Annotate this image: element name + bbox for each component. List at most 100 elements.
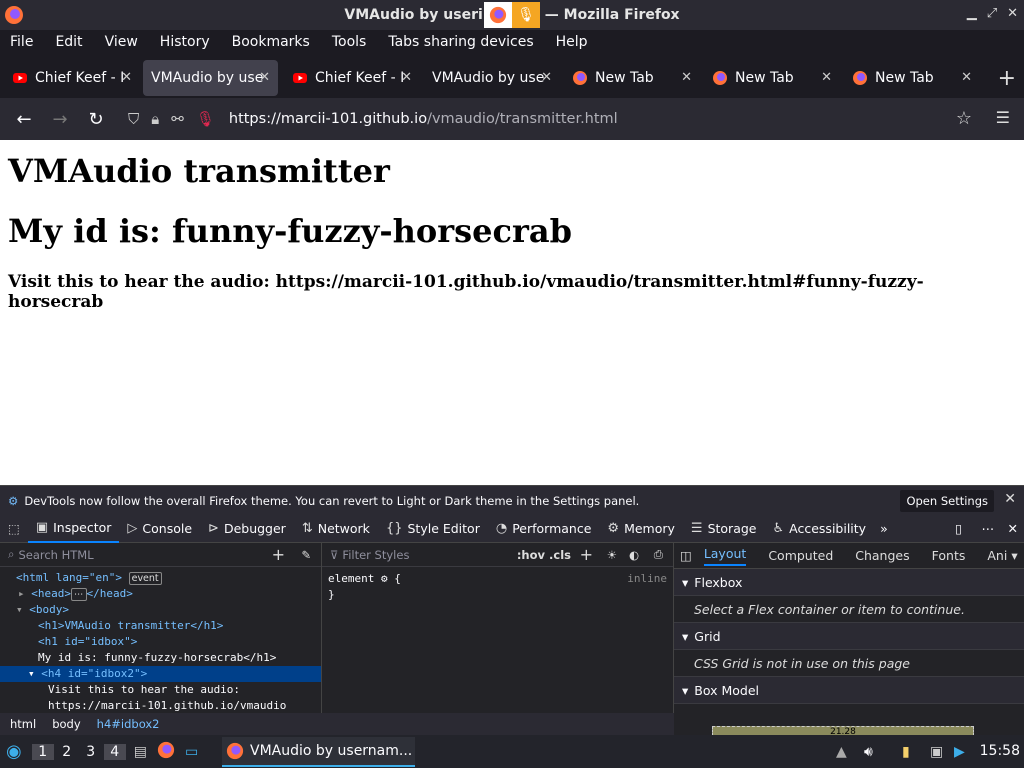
- microphone-icon[interactable]: 🎙: [512, 2, 540, 28]
- tab-network[interactable]: ⇅ Network: [294, 515, 378, 543]
- tab-style-editor[interactable]: {} Style Editor: [378, 515, 488, 543]
- menu-file[interactable]: File: [10, 34, 33, 50]
- filter-styles-input[interactable]: Filter Styles: [342, 548, 409, 562]
- open-settings-button[interactable]: Open Settings: [900, 490, 994, 512]
- tree-h4-selected[interactable]: ▾ <h4 id="idbox2">: [0, 666, 321, 682]
- tree-head[interactable]: ▸ <head> ⋯ </head>: [0, 586, 321, 602]
- tab-changes[interactable]: Changes: [855, 548, 909, 563]
- breadcrumb-h4[interactable]: h4#idbox2: [97, 717, 160, 731]
- close-tab-icon[interactable]: ✕: [541, 70, 552, 85]
- close-devtools-icon[interactable]: ✕: [1008, 521, 1018, 536]
- forward-arrow-icon[interactable]: →: [42, 103, 78, 135]
- close-tab-icon[interactable]: ✕: [121, 70, 132, 85]
- tab-layout[interactable]: Layout: [703, 546, 747, 566]
- permissions-icon[interactable]: ⚯: [171, 110, 184, 128]
- back-arrow-icon[interactable]: ←: [6, 103, 42, 135]
- tab-fonts[interactable]: Fonts: [932, 548, 966, 563]
- workspace-3[interactable]: 3: [80, 744, 102, 760]
- search-html-input[interactable]: Search HTML: [18, 548, 93, 562]
- print-icon[interactable]: ⎙: [654, 547, 663, 562]
- workspace-1[interactable]: 1: [31, 743, 54, 760]
- element-rule[interactable]: element ⚙ {inline: [328, 571, 667, 587]
- grid-section[interactable]: ▾ Grid: [674, 623, 1024, 650]
- add-node-icon[interactable]: +: [272, 545, 285, 564]
- breadcrumb-body[interactable]: body: [52, 717, 80, 731]
- url-bar[interactable]: ⛉ 🔒︎ ⚯ 🎙 https://marcii-101.github.io/vm…: [116, 102, 988, 136]
- file-manager-icon[interactable]: ▤: [134, 744, 147, 760]
- menu-tabs-sharing[interactable]: Tabs sharing devices: [388, 34, 533, 50]
- collapsed-badge[interactable]: ⋯: [71, 588, 87, 601]
- add-rule-icon[interactable]: +: [580, 545, 593, 564]
- responsive-design-icon[interactable]: ▯: [955, 521, 962, 536]
- eyedropper-icon[interactable]: ✎: [301, 548, 311, 562]
- new-tab-plus-icon[interactable]: +: [998, 66, 1016, 91]
- menu-history[interactable]: History: [160, 34, 210, 50]
- tab-storage[interactable]: ☰ Storage: [683, 515, 765, 543]
- minimize-icon[interactable]: ▁: [967, 6, 977, 21]
- start-menu-icon[interactable]: ◉: [6, 741, 22, 762]
- sharing-indicator[interactable]: 🎙: [484, 2, 540, 28]
- flexbox-section[interactable]: ▾ Flexbox: [674, 569, 1024, 596]
- close-tab-icon[interactable]: ✕: [681, 70, 692, 85]
- chevron-down-icon[interactable]: ▾: [1011, 548, 1017, 563]
- reload-icon[interactable]: ↻: [78, 103, 114, 135]
- maximize-icon[interactable]: ⤢: [987, 6, 997, 21]
- tab-debugger[interactable]: ⊳ Debugger: [200, 515, 294, 543]
- close-tab-icon[interactable]: ✕: [961, 70, 972, 85]
- boxmodel-section[interactable]: ▾ Box Model: [674, 677, 1024, 704]
- tab-animations[interactable]: Ani: [987, 548, 1007, 563]
- tab-chief-keef-1[interactable]: Chief Keef - I ✕: [4, 60, 140, 96]
- more-tabs-chevron-icon[interactable]: »: [874, 521, 894, 536]
- url-text[interactable]: https://marcii-101.github.io/vmaudio/tra…: [229, 111, 618, 127]
- tree-h4-text-1[interactable]: Visit this to hear the audio:: [0, 682, 321, 698]
- hamburger-menu-icon[interactable]: ☰: [996, 108, 1010, 127]
- event-badge[interactable]: event: [128, 572, 162, 585]
- close-tab-icon[interactable]: ✕: [259, 70, 270, 85]
- taskbar-app-firefox[interactable]: VMAudio by usernam...: [222, 737, 415, 767]
- close-tab-icon[interactable]: ✕: [821, 70, 832, 85]
- tab-new-2[interactable]: New Tab ✕: [704, 60, 840, 96]
- search-html[interactable]: ⌕ Search HTML + ✎: [0, 543, 321, 567]
- tab-new-1[interactable]: New Tab ✕: [564, 60, 700, 96]
- tree-html[interactable]: <html lang="en"> event: [0, 570, 321, 586]
- clipboard-icon[interactable]: ▮: [902, 744, 910, 760]
- menu-edit[interactable]: Edit: [55, 34, 82, 50]
- tree-h1-idbox[interactable]: <h1 id="idbox">: [0, 634, 321, 650]
- menu-tools[interactable]: Tools: [332, 34, 367, 50]
- hov-cls-button[interactable]: :hov .cls: [517, 548, 571, 562]
- tab-inspector[interactable]: ▣ Inspector: [27, 515, 120, 543]
- menu-help[interactable]: Help: [556, 34, 588, 50]
- desktop-icon[interactable]: ▭: [185, 744, 198, 760]
- dark-mode-icon[interactable]: ◐: [629, 548, 639, 562]
- lock-icon[interactable]: 🔒︎: [151, 110, 159, 128]
- tab-vmaudio-2[interactable]: VMAudio by use ✕: [424, 60, 560, 96]
- workspace-4[interactable]: 4: [103, 743, 126, 760]
- firefox-launcher-icon[interactable]: [157, 741, 175, 763]
- tree-h1-text[interactable]: My id is: funny-fuzzy-horsecrab</h1>: [0, 650, 321, 666]
- light-mode-icon[interactable]: ☀: [607, 548, 617, 562]
- mic-permission-icon[interactable]: 🎙: [196, 110, 215, 128]
- shield-icon[interactable]: ⛉: [128, 110, 139, 128]
- tree-h4-text-2[interactable]: https://marcii-101.github.io/vmaudio: [0, 698, 321, 714]
- tab-performance[interactable]: ◔ Performance: [488, 515, 600, 543]
- tab-memory[interactable]: ⚙ Memory: [599, 515, 683, 543]
- volume-icon[interactable]: 🔊︎: [864, 744, 873, 760]
- tab-chief-keef-2[interactable]: Chief Keef - I ✕: [284, 60, 420, 96]
- tab-computed[interactable]: Computed: [768, 548, 833, 563]
- menu-view[interactable]: View: [105, 34, 138, 50]
- tree-h1[interactable]: <h1>VMAudio transmitter</h1>: [0, 618, 321, 634]
- more-options-icon[interactable]: ⋯: [982, 521, 995, 536]
- pick-element-icon[interactable]: ⬚: [0, 521, 28, 536]
- filter-styles[interactable]: ⊽ Filter Styles :hov .cls + ☀ ◐ ⎙: [322, 543, 673, 567]
- tab-vmaudio-active[interactable]: VMAudio by use ✕: [143, 60, 278, 96]
- toggle-panel-icon[interactable]: ◫: [680, 548, 692, 563]
- workspace-2[interactable]: 2: [56, 744, 78, 760]
- breadcrumb-html[interactable]: html: [10, 717, 36, 731]
- tab-new-3[interactable]: New Tab ✕: [844, 60, 980, 96]
- network-tray-icon[interactable]: ▣: [930, 744, 943, 760]
- tree-body[interactable]: ▾ <body>: [0, 602, 321, 618]
- close-tab-icon[interactable]: ✕: [401, 70, 412, 85]
- tab-console[interactable]: ▷ Console: [119, 515, 200, 543]
- close-notice-icon[interactable]: ✕: [1004, 491, 1016, 507]
- menu-bookmarks[interactable]: Bookmarks: [232, 34, 310, 50]
